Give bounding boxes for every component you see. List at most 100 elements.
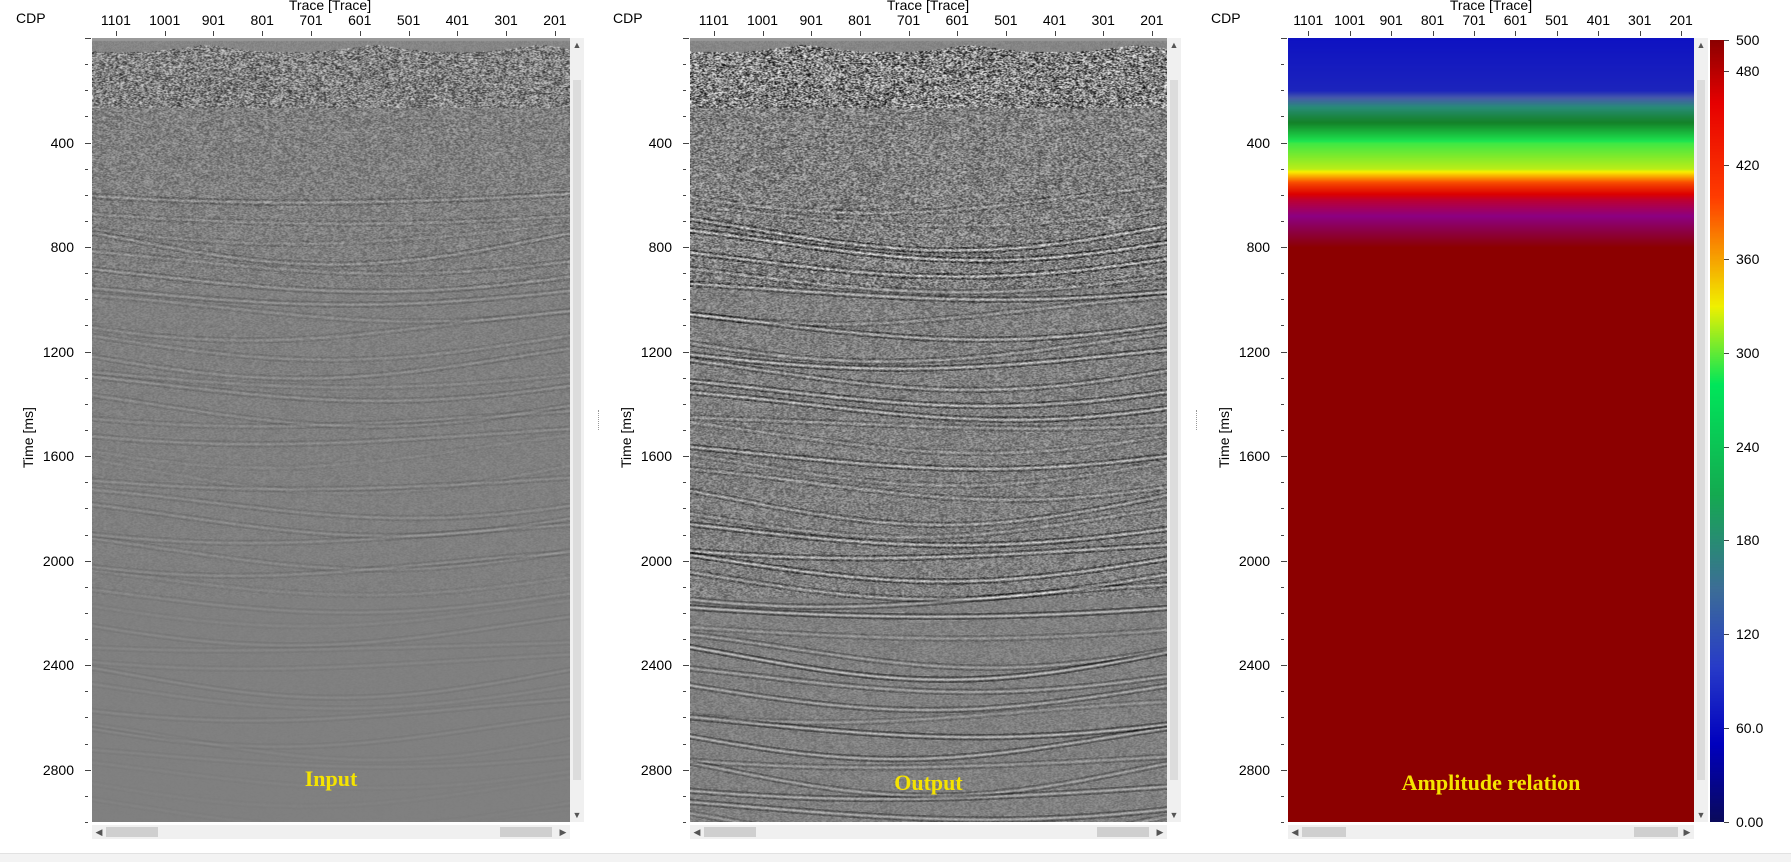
scroll-thumb[interactable] xyxy=(1697,80,1705,780)
y-tick-mark xyxy=(683,795,686,797)
y-tick-mark xyxy=(683,769,689,771)
x-tick-mark xyxy=(1432,31,1434,36)
scroll-thumb-end[interactable] xyxy=(500,827,552,837)
y-tick-label: 2800 xyxy=(640,761,672,778)
x-tick-mark xyxy=(359,31,361,36)
scroll-up-arrow[interactable]: ▲ xyxy=(1167,38,1181,52)
vertical-scrollbar[interactable]: ▲ ▼ xyxy=(570,38,584,822)
y-tick-label: 1200 xyxy=(640,343,672,360)
y-tick-label: 800 xyxy=(1246,239,1270,256)
x-tick-mark xyxy=(1005,31,1007,36)
seismic-plot-input[interactable]: Input xyxy=(92,38,570,822)
scroll-down-arrow[interactable]: ▼ xyxy=(570,808,584,822)
plot-label-input: Input xyxy=(304,766,358,791)
y-tick-mark xyxy=(683,430,686,431)
x-tick-label: 801 xyxy=(1420,12,1445,28)
plot-label-output: Output xyxy=(894,770,963,795)
scroll-thumb-end[interactable] xyxy=(1097,827,1149,837)
y-tick-label: 1200 xyxy=(42,343,74,360)
seismic-image-output xyxy=(690,38,1167,822)
y-tick-mark xyxy=(85,665,91,667)
y-tick-mark xyxy=(1281,508,1284,510)
y-tick-label: 2400 xyxy=(42,657,74,674)
y-tick-mark xyxy=(683,299,686,301)
vertical-scrollbar[interactable]: ▲ ▼ xyxy=(1167,38,1181,822)
x-tick-label: 1001 xyxy=(746,12,779,28)
x-tick-label: 701 xyxy=(896,12,921,28)
x-tick-mark xyxy=(1598,31,1600,36)
y-tick-mark xyxy=(1281,769,1287,771)
y-tick-label: 1200 xyxy=(1238,343,1270,360)
scroll-right-arrow[interactable]: ▶ xyxy=(1680,825,1694,839)
horizontal-scrollbar[interactable]: ◀ ▶ xyxy=(1288,825,1694,839)
x-tick-label: 901 xyxy=(1379,12,1403,28)
x-tick-mark xyxy=(115,31,117,36)
y-tick-label: 400 xyxy=(1246,134,1270,151)
y-tick-label: 800 xyxy=(648,239,672,256)
y-tick-mark xyxy=(683,482,686,484)
scroll-thumb[interactable] xyxy=(573,80,581,780)
x-tick-mark xyxy=(1474,31,1475,36)
y-tick-mark xyxy=(85,247,91,249)
x-tick-mark xyxy=(811,31,813,36)
y-tick-label: 2000 xyxy=(42,552,74,569)
horizontal-scrollbar[interactable]: ◀ ▶ xyxy=(690,825,1167,839)
scroll-right-arrow[interactable]: ▶ xyxy=(556,825,570,839)
y-tick-mark xyxy=(85,456,91,458)
x-tick-mark xyxy=(213,31,215,36)
scroll-left-arrow[interactable]: ◀ xyxy=(1288,825,1302,839)
y-tick-mark xyxy=(85,822,88,823)
y-tick-mark xyxy=(85,508,88,510)
y-tick-mark xyxy=(85,168,88,170)
x-tick-mark xyxy=(1556,31,1558,36)
y-tick-mark xyxy=(1281,822,1284,823)
x-tick-label: 1001 xyxy=(149,12,181,28)
x-tick-label: 601 xyxy=(945,12,969,28)
x-tick-mark xyxy=(1349,31,1351,36)
scroll-thumb-end[interactable] xyxy=(1634,827,1678,837)
y-tick-mark xyxy=(683,325,686,327)
scroll-thumb[interactable] xyxy=(106,827,158,837)
x-tick-label: 1101 xyxy=(100,12,131,28)
y-tick-mark xyxy=(1281,168,1284,170)
scroll-down-arrow[interactable]: ▼ xyxy=(1694,808,1708,822)
scroll-thumb[interactable] xyxy=(1302,827,1346,837)
y-tick-mark xyxy=(85,142,91,144)
y-tick-mark xyxy=(1281,456,1287,458)
panel-input: CDP Trace [Trace] Time [ms] Input ▲ ▼ ◀ … xyxy=(0,0,600,861)
colorbar-tick-label: 180 xyxy=(1736,532,1760,549)
y-tick-mark xyxy=(1281,795,1284,797)
y-tick-mark xyxy=(683,639,686,641)
y-tick-mark xyxy=(85,743,88,745)
scroll-left-arrow[interactable]: ◀ xyxy=(690,825,704,839)
x-tick-label: 401 xyxy=(1042,12,1067,28)
y-tick-mark xyxy=(85,194,88,196)
vertical-scrollbar[interactable]: ▲ ▼ xyxy=(1694,38,1708,822)
y-tick-label: 2800 xyxy=(1238,761,1270,778)
x-tick-mark xyxy=(1151,31,1153,36)
y-tick-mark xyxy=(683,456,689,458)
y-tick-mark xyxy=(683,142,689,144)
amplitude-relation-plot[interactable]: Amplitude relation xyxy=(1288,38,1694,822)
y-tick-mark xyxy=(683,220,686,222)
x-tick-label: 301 xyxy=(494,12,518,28)
cdp-label: CDP xyxy=(16,10,46,26)
x-tick-label: 201 xyxy=(543,12,567,28)
panel-output: CDP Trace [Trace] Time [ms] Output ▲ ▼ ◀… xyxy=(600,0,1198,861)
x-tick-label: 901 xyxy=(799,12,823,28)
y-tick-mark xyxy=(1281,299,1284,301)
y-tick-mark xyxy=(85,560,91,562)
scroll-thumb[interactable] xyxy=(1170,80,1178,780)
y-tick-mark xyxy=(683,665,689,667)
scroll-left-arrow[interactable]: ◀ xyxy=(92,825,106,839)
horizontal-scrollbar[interactable]: ◀ ▶ xyxy=(92,825,570,839)
scroll-down-arrow[interactable]: ▼ xyxy=(1167,808,1181,822)
x-tick-mark xyxy=(1639,31,1641,36)
x-tick-label: 1001 xyxy=(1334,12,1366,28)
scroll-thumb[interactable] xyxy=(704,827,756,837)
scroll-right-arrow[interactable]: ▶ xyxy=(1153,825,1167,839)
y-tick-mark xyxy=(1281,38,1287,39)
seismic-plot-output[interactable]: Output xyxy=(690,38,1167,822)
scroll-up-arrow[interactable]: ▲ xyxy=(570,38,584,52)
scroll-up-arrow[interactable]: ▲ xyxy=(1694,38,1708,52)
